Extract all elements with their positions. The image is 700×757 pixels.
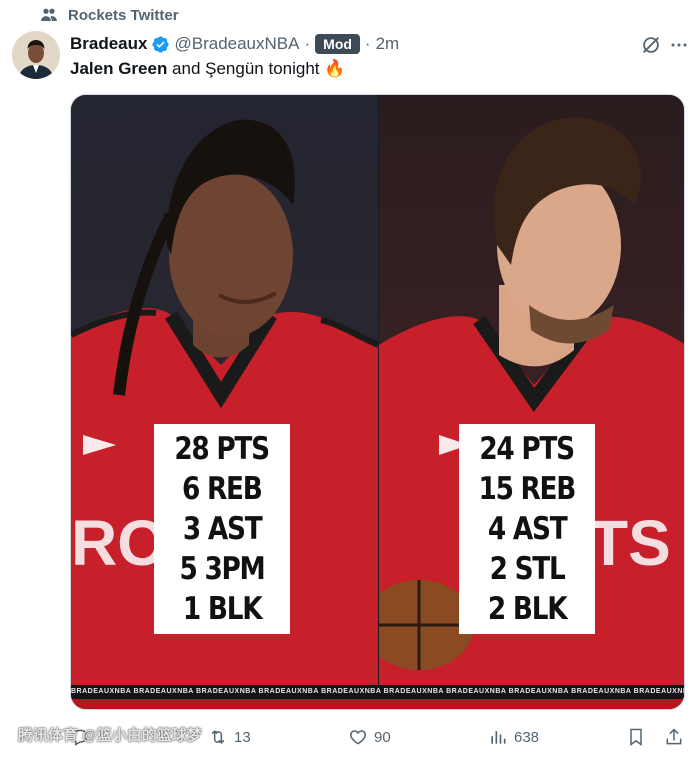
mod-badge: Mod	[315, 34, 360, 54]
community-header[interactable]: Rockets Twitter	[40, 6, 179, 24]
stat-box-left: 28 PTS 6 REB 3 AST 5 3PM 1 BLK	[154, 424, 290, 634]
tweet-time[interactable]: 2m	[376, 34, 400, 54]
stat-line: 4 AST	[487, 511, 568, 547]
stat-line: 5 3PM	[179, 551, 265, 587]
tweet-media-image[interactable]: ROC TS BRADEAUXNBA BRADEAUXNBA BRADEAUXN…	[70, 94, 685, 710]
stat-box-right: 24 PTS 15 REB 4 AST 2 STL 2 BLK	[459, 424, 595, 634]
stat-line: 28 PTS	[174, 431, 271, 467]
verified-badge-icon[interactable]	[151, 35, 170, 54]
tweet-text-body: and Şengün tonight	[167, 59, 325, 78]
retweet-icon	[211, 730, 225, 744]
stat-line: 3 AST	[182, 511, 263, 547]
watermark-text: 腾讯体育 @篮小白的篮球梦	[18, 727, 202, 744]
community-name: Rockets Twitter	[68, 6, 179, 24]
share-button[interactable]	[664, 722, 684, 752]
retweet-button[interactable]: 13	[208, 722, 251, 752]
like-count: 90	[374, 728, 391, 746]
retweet-count: 13	[234, 728, 251, 746]
views-button[interactable]: 638	[488, 722, 539, 752]
stat-line: 24 PTS	[479, 431, 576, 467]
analytics-icon	[491, 731, 506, 744]
stat-line: 1 BLK	[182, 591, 263, 627]
stat-line: 15 REB	[478, 471, 577, 507]
author-name[interactable]: Bradeaux	[70, 34, 147, 54]
mention-text: Jalen Green	[70, 59, 168, 78]
tweet-text: Jalen Green and Şengün tonight 🔥	[70, 59, 345, 79]
fire-emoji: 🔥	[324, 59, 346, 78]
bookmark-icon	[630, 728, 642, 746]
separator-dot: ·	[364, 34, 371, 53]
like-button[interactable]: 90	[348, 722, 391, 752]
view-count: 638	[514, 728, 540, 746]
author-handle[interactable]: @BradeauxNBA	[174, 34, 299, 54]
stat-line: 2 BLK	[487, 591, 568, 627]
share-icon	[666, 728, 682, 745]
stat-line: 6 REB	[182, 471, 263, 507]
grok-icon[interactable]	[640, 34, 662, 56]
svg-text:TS: TS	[589, 507, 671, 579]
separator-dot: ·	[304, 34, 311, 53]
avatar[interactable]	[12, 31, 60, 79]
bookmark-button[interactable]	[626, 722, 646, 752]
tweet-header: Bradeaux @BradeauxNBA · Mod · 2m	[70, 32, 688, 56]
stat-line: 2 STL	[489, 551, 566, 587]
community-people-icon	[41, 8, 57, 21]
more-options-icon[interactable]	[670, 36, 688, 54]
watermark-strip: BRADEAUXNBA BRADEAUXNBA BRADEAUXNBA BRAD…	[71, 685, 684, 699]
heart-icon	[350, 730, 366, 745]
